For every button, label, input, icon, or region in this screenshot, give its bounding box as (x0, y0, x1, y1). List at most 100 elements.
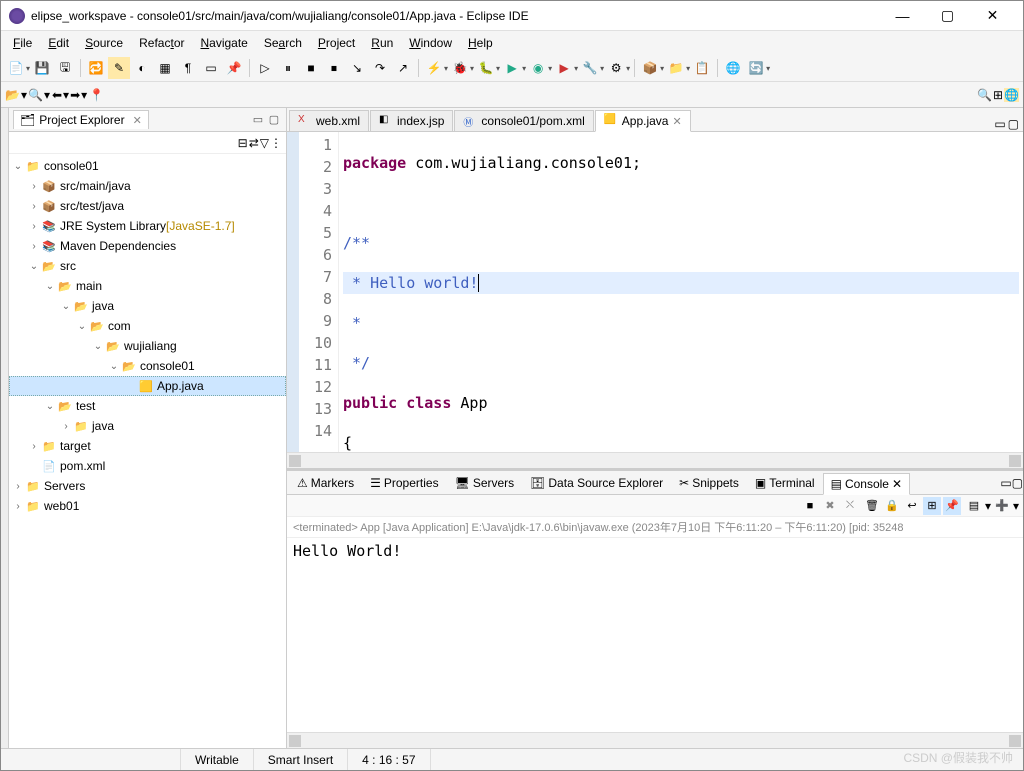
run-last-button[interactable]: ▶ (553, 57, 575, 79)
tree-pom[interactable]: 📄pom.xml (9, 456, 286, 476)
debug-server-button[interactable]: 🐞 (449, 57, 471, 79)
menu-run[interactable]: Run (363, 33, 401, 53)
tree-test[interactable]: ⌄📂test (9, 396, 286, 416)
tree-console01-pkg[interactable]: ⌄📂console01 (9, 356, 286, 376)
tree-project-console01[interactable]: ⌄📁console01 (9, 156, 286, 176)
step-return-button[interactable]: ↗ (392, 57, 414, 79)
open-console-button[interactable]: ➕ (993, 497, 1011, 515)
console-hscrollbar[interactable] (287, 732, 1023, 748)
switch-button[interactable]: 🔁 (85, 57, 107, 79)
word-wrap-button[interactable]: ↩ (903, 497, 921, 515)
menu-search[interactable]: Search (256, 33, 310, 53)
scroll-left-icon[interactable] (289, 735, 301, 747)
editor-maximize-button[interactable]: ▢ (1008, 117, 1019, 131)
scroll-left-icon[interactable] (289, 455, 301, 467)
console-close-icon[interactable]: ✕ (892, 477, 902, 491)
tree-wujialiang[interactable]: ⌄📂wujialiang (9, 336, 286, 356)
refresh-button[interactable]: 🔄 (745, 57, 767, 79)
tree-src-test-java[interactable]: ›📦src/test/java (9, 196, 286, 216)
tab-snippets[interactable]: ✂Snippets (671, 472, 747, 494)
toggle-button[interactable]: ◐ (131, 57, 153, 79)
code-content[interactable]: package com.wujialiang.console01; /** * … (339, 132, 1023, 452)
coverage-button[interactable]: ◉ (527, 57, 549, 79)
java-ee-perspective-button[interactable]: 🌐 (1004, 88, 1019, 102)
view-menu-button[interactable]: ⋮ (270, 136, 282, 150)
disconnect-button[interactable]: ⏹ (323, 57, 345, 79)
menu-edit[interactable]: Edit (40, 33, 77, 53)
tree-jre[interactable]: ›📚JRE System Library [JavaSE-1.7] (9, 216, 286, 236)
new-servlet-button[interactable]: 📋 (691, 57, 713, 79)
tree-servers[interactable]: ›📁Servers (9, 476, 286, 496)
forward-button[interactable]: ➡ (70, 88, 80, 102)
tab-datasource[interactable]: 🗄Data Source Explorer (522, 472, 671, 494)
remove-launch-button[interactable]: ✖ (821, 497, 839, 515)
resume-button[interactable]: ▷ (254, 57, 276, 79)
new-dropdown[interactable]: ▾ (26, 64, 30, 73)
new-class-button[interactable]: 📁 (665, 57, 687, 79)
terminate-button[interactable]: ■ (300, 57, 322, 79)
annotation-button[interactable]: ▭ (200, 57, 222, 79)
display-selected-button[interactable]: ▤ (965, 497, 983, 515)
tab-index-jsp[interactable]: ◧index.jsp (370, 110, 453, 131)
bottom-minimize-button[interactable]: ▭ (1000, 476, 1011, 490)
quick-access-button[interactable]: 🔍 (977, 88, 992, 102)
save-all-button[interactable]: 🖫 (54, 57, 76, 79)
tree-com[interactable]: ⌄📂com (9, 316, 286, 336)
pin-console-button[interactable]: 📌 (943, 497, 961, 515)
run-server-button[interactable]: ⚡ (423, 57, 445, 79)
show-console-button[interactable]: ⊞ (923, 497, 941, 515)
tree-web01[interactable]: ›📁web01 (9, 496, 286, 516)
close-button[interactable]: ✕ (970, 2, 1015, 30)
menu-source[interactable]: Source (77, 33, 131, 53)
link-editor-button[interactable]: ⇄ (249, 136, 259, 150)
menu-project[interactable]: Project (310, 33, 363, 53)
block-sel-button[interactable]: ▦ (154, 57, 176, 79)
scroll-right-icon[interactable] (1009, 455, 1021, 467)
menu-help[interactable]: Help (460, 33, 501, 53)
open-perspective-button[interactable]: ⊞ (993, 88, 1003, 102)
menu-refactor[interactable]: Refactor (131, 33, 192, 53)
wand-button[interactable]: ✎ (108, 57, 130, 79)
annotation-ruler[interactable] (287, 132, 299, 452)
menu-navigate[interactable]: Navigate (192, 33, 255, 53)
explorer-close-icon[interactable]: ✕ (133, 114, 142, 127)
tab-properties[interactable]: ☰Properties (362, 472, 446, 494)
tree-maven-deps[interactable]: ›📚Maven Dependencies (9, 236, 286, 256)
ext-tools-button[interactable]: 🔧 (579, 57, 601, 79)
tree-test-java[interactable]: ›📁java (9, 416, 286, 436)
menu-file[interactable]: File (5, 33, 40, 53)
maximize-pane-button[interactable]: ▢ (266, 112, 282, 128)
tab-pom-xml[interactable]: Ⓜconsole01/pom.xml (454, 110, 593, 131)
tree-app-java[interactable]: 🟨App.java (9, 376, 286, 396)
build-button[interactable]: ⚙ (605, 57, 627, 79)
open-type-button[interactable]: 📂 (5, 88, 20, 102)
search-button[interactable]: 🔍 (28, 88, 43, 102)
minimize-button[interactable]: — (880, 2, 925, 30)
explorer-tab[interactable]: 🗂 Project Explorer ✕ (13, 110, 149, 129)
minimize-pane-button[interactable]: ▭ (250, 112, 266, 128)
bottom-maximize-button[interactable]: ▢ (1012, 476, 1023, 490)
code-editor[interactable]: 1 2 3 4 5 6 7 8 9 10 11 12 13 14 package… (287, 132, 1023, 452)
tree-java[interactable]: ⌄📂java (9, 296, 286, 316)
run-button[interactable]: ▶ (501, 57, 523, 79)
project-tree[interactable]: ⌄📁console01 ›📦src/main/java ›📦src/test/j… (9, 154, 286, 748)
tab-console[interactable]: ▤Console✕ (823, 473, 910, 495)
scroll-right-icon[interactable] (1009, 735, 1021, 747)
scroll-lock-button[interactable]: 🔒 (883, 497, 901, 515)
debug-button[interactable]: 🐛 (475, 57, 497, 79)
step-over-button[interactable]: ↷ (369, 57, 391, 79)
editor-minimize-button[interactable]: ▭ (994, 117, 1005, 131)
remove-all-button[interactable]: ⛌ (841, 497, 859, 515)
new-button[interactable]: 📄 (5, 57, 27, 79)
collapse-all-button[interactable]: ⊟ (238, 136, 248, 150)
back-button[interactable]: ⬅ (52, 88, 62, 102)
console-output[interactable]: Hello World! (287, 538, 1023, 732)
editor-hscrollbar[interactable] (287, 452, 1023, 468)
step-into-button[interactable]: ↘ (346, 57, 368, 79)
pin-button[interactable]: 📌 (223, 57, 245, 79)
clear-console-button[interactable]: 🗑 (863, 497, 881, 515)
terminate-console-button[interactable]: ■ (801, 497, 819, 515)
tab-web-xml[interactable]: Xweb.xml (289, 110, 369, 131)
tab-app-java[interactable]: 🟨App.java✕ (595, 110, 691, 132)
tree-main[interactable]: ⌄📂main (9, 276, 286, 296)
